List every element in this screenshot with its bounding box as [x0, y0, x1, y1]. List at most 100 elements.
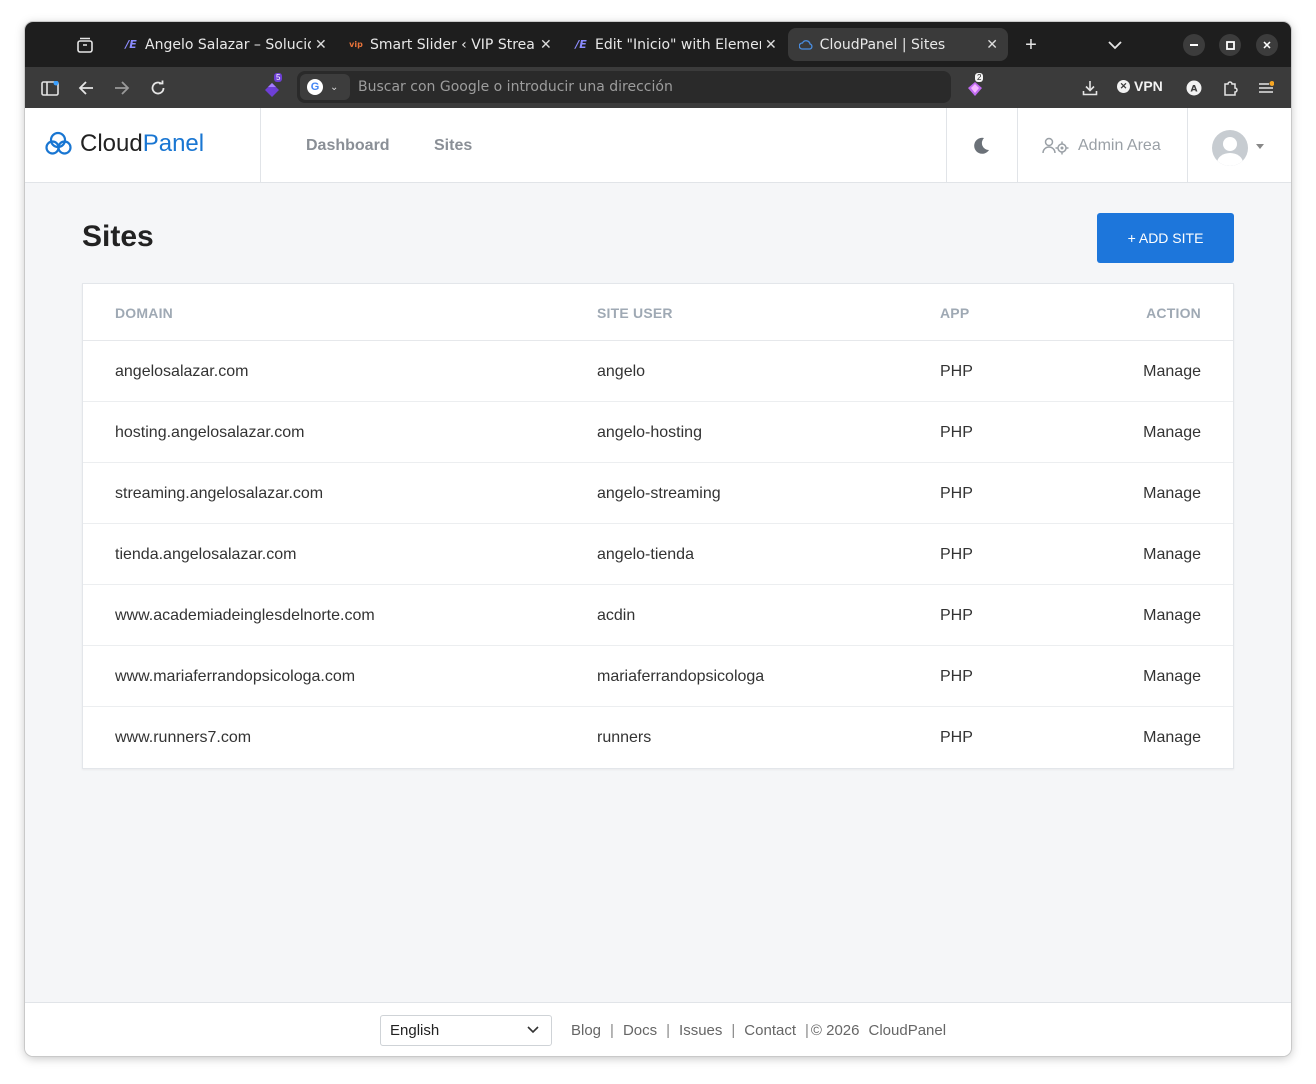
- tab-cloudpanel-sites[interactable]: CloudPanel | Sites ✕: [788, 28, 1008, 61]
- blog-link[interactable]: Blog: [571, 1022, 601, 1039]
- dark-mode-moon-icon[interactable]: [971, 136, 993, 158]
- cell-domain: tienda.angelosalazar.com: [115, 546, 297, 563]
- tab-angelo-salazar[interactable]: /E Angelo Salazar – Soluciones ✕: [113, 28, 337, 61]
- tab-list-chevron-icon[interactable]: [1105, 35, 1125, 55]
- elementor-icon: /E: [125, 38, 137, 51]
- cell-app: PHP: [940, 607, 973, 624]
- copyright: © 2026: [810, 1022, 860, 1039]
- table-row: angelosalazar.com angelo PHP Manage: [83, 341, 1233, 402]
- cell-site-user: acdin: [597, 607, 636, 624]
- cloud-logo-icon: [45, 131, 72, 155]
- tab-label: Angelo Salazar – Soluciones: [145, 36, 311, 53]
- tab-bar: /E Angelo Salazar – Soluciones ✕ vip Sma…: [25, 22, 1291, 67]
- sidebar-toggle-icon[interactable]: [39, 77, 61, 99]
- close-window-button[interactable]: ✕: [1256, 34, 1278, 56]
- footer-links: Blog | Docs | Issues | Contact | © 2026 …: [571, 1022, 947, 1039]
- header-app: APP: [940, 305, 970, 321]
- tab-smart-slider[interactable]: vip Smart Slider ‹ VIP Streaming ✕: [338, 28, 562, 61]
- menu-icon[interactable]: [1255, 77, 1277, 99]
- table-row: www.mariaferrandopsicologa.com mariaferr…: [83, 646, 1233, 707]
- header-action: ACTION: [1146, 305, 1201, 321]
- divider: [1017, 108, 1018, 183]
- docs-link[interactable]: Docs: [623, 1022, 657, 1039]
- manage-link[interactable]: Manage: [1143, 607, 1201, 625]
- tab-label: CloudPanel | Sites: [819, 36, 946, 53]
- sites-table: DOMAIN SITE USER APP ACTION angelosalaza…: [82, 283, 1234, 769]
- page-title: Sites: [82, 220, 154, 253]
- wallet-badge: 2: [975, 73, 984, 82]
- user-avatar[interactable]: [1212, 130, 1248, 166]
- logo-text-panel: Panel: [142, 130, 205, 157]
- address-bar[interactable]: G ⌄ Buscar con Google o introducir una d…: [297, 71, 951, 103]
- cell-domain: hosting.angelosalazar.com: [115, 424, 305, 441]
- cell-domain: www.mariaferrandopsicologa.com: [115, 668, 356, 685]
- address-placeholder: Buscar con Google o introducir una direc…: [358, 79, 673, 95]
- reload-icon[interactable]: [147, 77, 169, 99]
- extension-icon[interactable]: 5: [261, 73, 283, 99]
- search-engine-selector[interactable]: G ⌄: [300, 74, 350, 100]
- manage-link[interactable]: Manage: [1143, 424, 1201, 442]
- new-tab-button[interactable]: +: [1020, 34, 1042, 56]
- browser-window: /E Angelo Salazar – Soluciones ✕ vip Sma…: [25, 22, 1291, 1056]
- vpn-label: VPN: [1134, 78, 1163, 94]
- minimize-button[interactable]: [1183, 34, 1205, 56]
- navigation-toolbar: 5 G ⌄ Buscar con Google o introducir una…: [25, 67, 1291, 108]
- google-icon: G: [307, 79, 323, 95]
- admin-area-link[interactable]: Admin Area: [1042, 136, 1161, 156]
- cell-site-user: angelo-tienda: [597, 546, 694, 563]
- add-site-button[interactable]: + ADD SITE: [1097, 213, 1234, 263]
- manage-link[interactable]: Manage: [1143, 729, 1201, 747]
- vpn-button[interactable]: ✕ VPN: [1117, 78, 1163, 94]
- account-icon[interactable]: A: [1183, 77, 1205, 99]
- cell-app: PHP: [940, 485, 973, 502]
- cell-domain: angelosalazar.com: [115, 363, 249, 380]
- chevron-down-icon: [527, 1023, 539, 1037]
- table-row: www.academiadeinglesdelnorte.com acdin P…: [83, 585, 1233, 646]
- issues-link[interactable]: Issues: [679, 1022, 722, 1039]
- header-site-user: SITE USER: [597, 305, 673, 321]
- contact-link[interactable]: Contact: [744, 1022, 796, 1039]
- cell-domain: streaming.angelosalazar.com: [115, 485, 324, 502]
- cell-site-user: angelo-hosting: [597, 424, 702, 441]
- cell-app: PHP: [940, 546, 973, 563]
- back-arrow-icon[interactable]: [75, 77, 97, 99]
- tab-edit-inicio[interactable]: /E Edit "Inicio" with Elementor ✕: [563, 28, 787, 61]
- download-icon[interactable]: [1079, 77, 1101, 99]
- cell-app: PHP: [940, 424, 973, 441]
- forward-arrow-icon[interactable]: [111, 77, 133, 99]
- vpn-off-icon: ✕: [1117, 79, 1130, 93]
- app-header: Cloud Panel Dashboard Sites Admin Area: [25, 108, 1291, 183]
- maximize-button[interactable]: [1219, 34, 1241, 56]
- close-icon[interactable]: ✕: [765, 37, 777, 53]
- cell-domain: www.runners7.com: [115, 729, 252, 746]
- nav-dashboard[interactable]: Dashboard: [306, 137, 390, 155]
- cell-app: PHP: [940, 729, 973, 746]
- manage-link[interactable]: Manage: [1143, 485, 1201, 503]
- footer-brand: CloudPanel: [868, 1022, 947, 1039]
- table-row: hosting.angelosalazar.com angelo-hosting…: [83, 402, 1233, 463]
- nav-sites[interactable]: Sites: [434, 137, 472, 155]
- manage-link[interactable]: Manage: [1143, 668, 1201, 686]
- close-icon[interactable]: ✕: [540, 37, 552, 53]
- tab-label: Edit "Inicio" with Elementor: [595, 36, 761, 53]
- table-header: DOMAIN SITE USER APP ACTION: [83, 284, 1233, 341]
- close-icon[interactable]: ✕: [986, 37, 998, 53]
- extensions-puzzle-icon[interactable]: [1219, 77, 1241, 99]
- header-domain: DOMAIN: [115, 305, 173, 321]
- divider: [260, 108, 261, 183]
- svg-text:A: A: [1191, 85, 1198, 95]
- close-icon[interactable]: ✕: [315, 37, 327, 53]
- cloudpanel-logo[interactable]: Cloud Panel: [45, 130, 204, 158]
- manage-link[interactable]: Manage: [1143, 363, 1201, 381]
- caret-down-icon[interactable]: [1256, 144, 1264, 149]
- manage-link[interactable]: Manage: [1143, 546, 1201, 564]
- divider: [946, 108, 947, 183]
- logo-text-cloud: Cloud: [80, 130, 143, 157]
- cell-domain: www.academiadeinglesdelnorte.com: [115, 607, 375, 624]
- wallet-icon[interactable]: 2: [964, 73, 986, 99]
- tab-overview-icon[interactable]: [75, 36, 95, 54]
- language-value: English: [390, 1022, 440, 1039]
- users-gear-icon: [1042, 137, 1069, 155]
- language-select[interactable]: English: [380, 1015, 552, 1046]
- footer: English Blog | Docs | Issues | Contact |…: [25, 1002, 1291, 1056]
